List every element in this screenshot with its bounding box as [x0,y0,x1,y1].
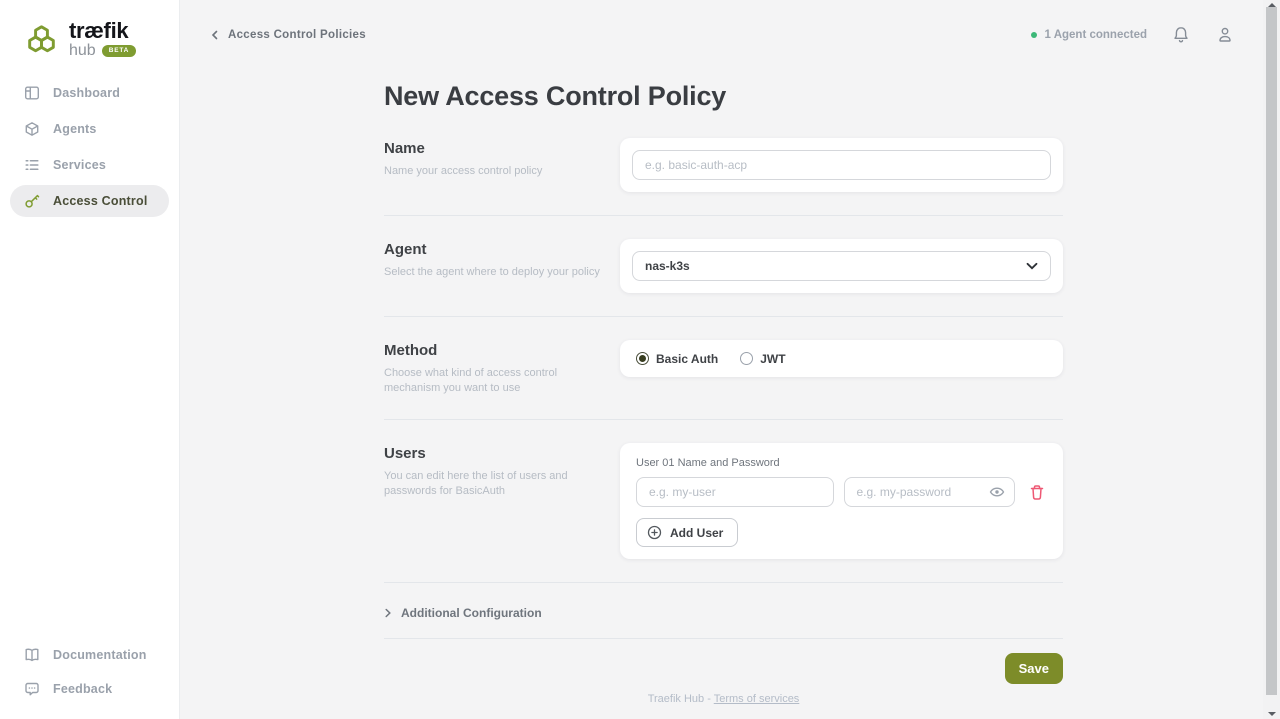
save-row: Save [384,653,1063,684]
scrollbar [1263,0,1280,719]
user-icon [1215,25,1235,45]
main-area: Access Control Policies 1 Agent connecte… [180,0,1263,719]
chevron-left-icon [211,30,219,40]
form-row-users: Users You can edit here the list of user… [384,443,1063,559]
divider [384,316,1063,317]
eye-icon [989,486,1005,498]
divider [384,215,1063,216]
agent-select-value: nas-k3s [645,259,690,273]
breadcrumb-label: Access Control Policies [228,29,366,41]
agent-card: nas-k3s [620,239,1063,293]
divider [384,638,1063,639]
list-icon [24,157,40,173]
agent-section-hint: Select the agent where to deploy your po… [384,265,600,280]
agent-status: 1 Agent connected [1031,29,1147,41]
method-card: Basic Auth JWT [620,340,1063,377]
brand-name: træfik [69,20,136,42]
traefik-hexagons-icon [22,24,61,55]
add-user-label: Add User [670,526,723,540]
footer-separator: - [707,693,711,705]
sidebar-item-dashboard[interactable]: Dashboard [10,77,169,109]
topbar: Access Control Policies 1 Agent connecte… [180,0,1263,70]
plus-circle-icon [647,525,662,540]
delete-user-button[interactable] [1025,484,1047,501]
agent-select[interactable]: nas-k3s [632,251,1051,281]
brand-text: træfik hub BETA [69,20,136,59]
radio-jwt[interactable]: JWT [740,352,785,366]
sidebar-item-label: Documentation [53,648,147,662]
notifications-button[interactable] [1171,25,1191,45]
method-section-title: Method [384,342,600,359]
account-button[interactable] [1215,25,1235,45]
username-input[interactable] [636,477,834,507]
sidebar-item-services[interactable]: Services [10,149,169,181]
toggle-password-visibility-button[interactable] [989,486,1005,498]
method-section-hint: Choose what kind of access control mecha… [384,366,600,396]
users-section-title: Users [384,445,600,462]
policy-form: Name Name your access control policy Age… [384,138,1063,705]
chevron-down-icon [1026,262,1038,270]
topbar-right: 1 Agent connected [1031,25,1235,45]
sidebar-item-label: Access Control [53,194,148,208]
chevron-right-icon [384,608,392,618]
scroll-down-arrow[interactable] [1268,712,1276,716]
dashboard-icon [24,85,40,101]
sidebar-footer: Documentation Feedback [0,639,179,719]
cube-icon [24,121,40,137]
bell-icon [1171,25,1191,45]
sidebar-item-feedback[interactable]: Feedback [10,673,169,705]
agent-status-label: 1 Agent connected [1045,29,1147,41]
speech-bubble-icon [24,681,40,697]
sidebar-item-access-control[interactable]: Access Control [10,185,169,217]
app-window: træfik hub BETA Dashboard A [0,0,1280,719]
radio-label: JWT [760,352,785,366]
sidebar-nav: Dashboard Agents Services [0,77,179,217]
sidebar-item-label: Services [53,158,106,172]
beta-badge: BETA [102,45,136,58]
name-card [620,138,1063,192]
users-section-hint: You can edit here the list of users and … [384,469,600,499]
sidebar-item-label: Dashboard [53,86,120,100]
user-row [636,477,1047,507]
sidebar-item-label: Feedback [53,682,112,696]
form-row-agent: Agent Select the agent where to deploy y… [384,239,1063,293]
footer-text: Traefik Hub [648,693,704,705]
brand-sub: hub [69,43,96,59]
page-title: New Access Control Policy [384,80,1263,112]
user-row-label: User 01 Name and Password [636,457,1047,469]
add-user-button[interactable]: Add User [636,518,738,547]
key-icon [24,193,40,209]
terms-of-services-link[interactable]: Terms of services [714,693,800,705]
brand-logo[interactable]: træfik hub BETA [0,0,179,59]
book-icon [24,647,40,663]
radio-label: Basic Auth [656,352,718,366]
form-row-name: Name Name your access control policy [384,138,1063,192]
radio-basic-auth[interactable]: Basic Auth [636,352,718,366]
sidebar-item-agents[interactable]: Agents [10,113,169,145]
form-row-method: Method Choose what kind of access contro… [384,340,1063,396]
sidebar: træfik hub BETA Dashboard A [0,0,180,719]
divider [384,582,1063,583]
divider [384,419,1063,420]
status-dot-icon [1031,32,1037,38]
name-input[interactable] [632,150,1051,180]
name-section-title: Name [384,140,600,157]
additional-configuration-toggle[interactable]: Additional Configuration [384,606,1063,620]
users-card: User 01 Name and Password [620,443,1063,559]
radio-selected-icon [636,352,649,365]
additional-configuration-label: Additional Configuration [401,606,542,620]
page-footer: Traefik Hub - Terms of services [384,693,1063,705]
sidebar-item-documentation[interactable]: Documentation [10,639,169,671]
name-section-hint: Name your access control policy [384,164,600,179]
save-button[interactable]: Save [1005,653,1063,684]
breadcrumb-back-link[interactable]: Access Control Policies [211,29,366,41]
radio-unselected-icon [740,352,753,365]
trash-icon [1029,484,1045,501]
agent-section-title: Agent [384,241,600,258]
sidebar-item-label: Agents [53,122,97,136]
scrollbar-thumb[interactable] [1266,7,1277,695]
